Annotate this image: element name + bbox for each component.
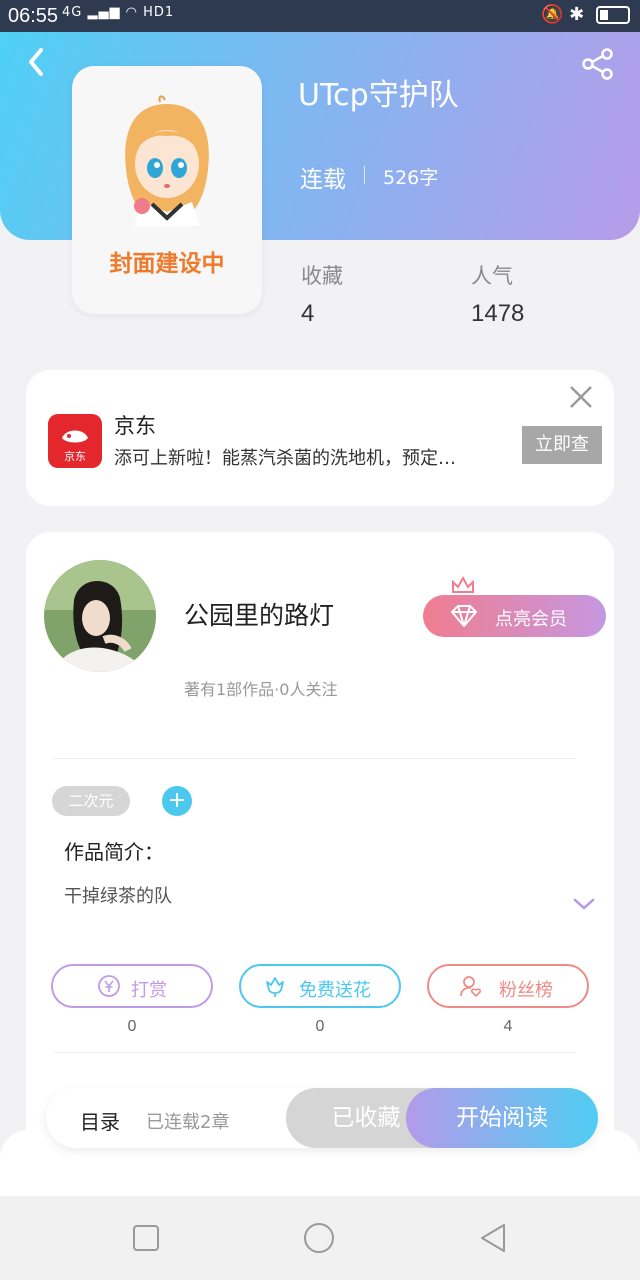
send-flower-label: 免费送花 <box>299 980 371 1001</box>
author-name[interactable]: 公园里的路灯 <box>184 596 334 632</box>
network-label: 4G <box>62 5 83 20</box>
jd-logo-icon: 京东 <box>48 414 102 468</box>
book-details-card: 公园里的路灯 著有1部作品·0人关注 点亮会员 二次元 + 作品简介： 干掉绿茶… <box>26 532 614 1152</box>
user-heart-icon <box>460 976 482 998</box>
back-nav-icon[interactable] <box>478 1222 510 1254</box>
synopsis-text: 干掉绿茶的队 <box>64 886 172 907</box>
cover-illustration <box>125 95 209 226</box>
ad-description: 添可上新啦！能蒸汽杀菌的洗地机，预定… <box>114 448 456 469</box>
author-avatar[interactable] <box>44 560 156 672</box>
book-status: 连载 <box>300 167 346 193</box>
synopsis-label: 作品简介： <box>64 840 164 864</box>
favorites-label: 收藏 <box>301 264 343 288</box>
fan-count: 4 <box>503 1018 513 1035</box>
tip-count: 0 <box>127 1018 137 1035</box>
tip-label: 打赏 <box>131 980 167 1001</box>
logo-text: 京东 <box>64 449 86 463</box>
crown-icon <box>452 575 474 593</box>
system-nav-bar <box>0 1196 640 1280</box>
divider <box>54 758 576 759</box>
ad-title: 京东 <box>114 414 156 438</box>
flower-icon <box>266 977 284 997</box>
yen-coin-icon <box>98 975 120 997</box>
favorites-count: 4 <box>301 300 315 327</box>
popularity-label: 人气 <box>471 264 513 288</box>
send-flower-button[interactable]: 免费送花 <box>239 964 401 1008</box>
bluetooth-icon: ✱ <box>569 4 585 25</box>
home-icon[interactable] <box>303 1222 335 1254</box>
tip-button[interactable]: 打赏 <box>51 964 213 1008</box>
status-time: 06:55 <box>8 5 59 27</box>
close-icon[interactable] <box>566 382 596 412</box>
toc-button[interactable]: 目录 <box>80 1106 120 1135</box>
signal-icon: 4G ▂▄▆ ◠ HD1 <box>62 5 175 20</box>
ad-cta-button[interactable]: 立即查 <box>522 426 602 464</box>
battery-icon <box>596 6 630 24</box>
genre-tag[interactable]: 二次元 <box>52 786 130 816</box>
back-icon[interactable] <box>22 44 52 80</box>
divider <box>364 166 365 184</box>
status-icons: 🔕 ✱ <box>541 4 630 25</box>
vip-button-label: 点亮会员 <box>495 609 567 630</box>
hd-label: HD1 <box>143 5 175 20</box>
flower-count: 0 <box>315 1018 325 1035</box>
chapter-count: 已连载2章 <box>146 1112 230 1133</box>
recents-icon[interactable] <box>130 1222 162 1254</box>
book-cover[interactable]: 封面建设中 <box>72 66 262 314</box>
vip-button[interactable]: 点亮会员 <box>423 595 606 637</box>
share-icon[interactable] <box>580 46 616 82</box>
bottom-action-bar: 目录 已连载2章 已收藏 开始阅读 <box>46 1088 598 1148</box>
fan-ranking-label: 粉丝榜 <box>499 980 553 1001</box>
cover-placeholder-text: 封面建设中 <box>109 251 225 277</box>
popularity-count: 1478 <box>471 300 525 327</box>
diamond-icon <box>451 605 477 627</box>
add-tag-button[interactable]: + <box>162 786 192 816</box>
status-bar: 06:55 4G ▂▄▆ ◠ HD1 🔕 ✱ <box>0 0 640 32</box>
book-title: UTcp守护队 <box>298 78 459 113</box>
fan-ranking-button[interactable]: 粉丝榜 <box>427 964 589 1008</box>
divider <box>54 1052 576 1053</box>
word-count: 526字 <box>383 167 439 189</box>
mute-bell-icon: 🔕 <box>541 4 564 25</box>
ad-banner[interactable]: 京东 京东 添可上新啦！能蒸汽杀菌的洗地机，预定… 立即查 <box>26 370 614 506</box>
start-reading-button[interactable]: 开始阅读 <box>406 1088 598 1148</box>
author-meta: 著有1部作品·0人关注 <box>184 680 338 699</box>
chevron-down-icon[interactable] <box>572 896 596 912</box>
